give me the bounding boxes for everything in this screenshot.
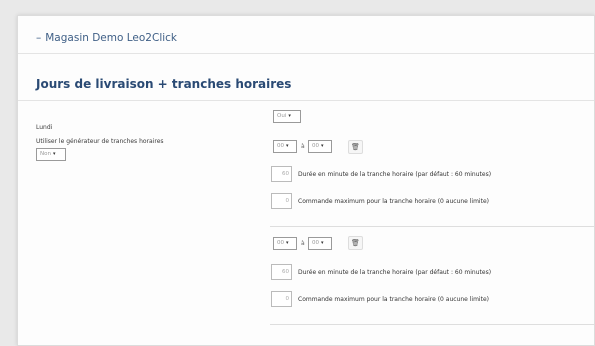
day-select[interactable]: Oui ▾ [273, 110, 301, 123]
slot2-start-select[interactable]: 00 ▾ [273, 237, 297, 250]
generator-select-value: Non [40, 151, 51, 157]
slot1-duration-desc: Durée en minute de la tranche horaire (p… [298, 171, 492, 178]
slot2-duration-input[interactable]: 60 [271, 264, 292, 280]
slot1-delete-button[interactable]: 🗑 [348, 140, 363, 154]
slot2-max-desc: Commande maximum pour la tranche horaire… [298, 296, 489, 303]
slot1-start-value: 00 [277, 143, 284, 149]
chevron-down-icon: ▾ [286, 240, 289, 246]
slot1-to-label: à [301, 143, 305, 150]
generator-label: Utiliser le générateur de tranches horai… [36, 138, 164, 145]
slot1-end-value: 00 [312, 143, 319, 149]
chevron-down-icon: ▾ [288, 113, 291, 119]
slot2-max-input[interactable]: 0 [271, 291, 292, 307]
slot1-max-input[interactable]: 0 [271, 193, 292, 209]
slot1-start-select[interactable]: 00 ▾ [273, 140, 297, 153]
chevron-down-icon: ▾ [321, 240, 324, 246]
slot2-to-label: à [301, 240, 305, 247]
slot2-delete-button[interactable]: 🗑 [348, 236, 363, 250]
generator-select[interactable]: Non ▾ [36, 148, 66, 161]
slot2-duration-desc: Durée en minute de la tranche horaire (p… [298, 269, 492, 276]
trash-icon: 🗑 [351, 143, 360, 151]
slot1-end-select[interactable]: 00 ▾ [308, 140, 332, 153]
section-divider [18, 100, 594, 101]
slot2-start-value: 00 [277, 240, 284, 246]
chevron-down-icon: ▾ [52, 151, 56, 157]
slot1-duration-input[interactable]: 60 [271, 166, 292, 182]
slot2-end-value: 00 [312, 240, 319, 246]
trash-icon: 🗑 [351, 239, 360, 247]
shop-name: Magasin Demo Leo2Click [45, 32, 178, 44]
day-label: Lundi [36, 124, 53, 131]
shop-panel: – Magasin Demo Leo2Click Jours de livrais… [17, 15, 595, 346]
shop-header-toggle[interactable]: – Magasin Demo Leo2Click [36, 32, 177, 44]
slot2-end-select[interactable]: 00 ▾ [308, 237, 332, 250]
header-divider [18, 53, 594, 54]
chevron-down-icon: ▾ [286, 143, 289, 149]
day-select-value: Oui [277, 113, 287, 119]
slot-separator [270, 226, 594, 227]
chevron-down-icon: ▾ [321, 143, 324, 149]
section-title: Jours de livraison + tranches horaires [36, 77, 292, 91]
slot-separator [270, 324, 594, 325]
slot1-max-desc: Commande maximum pour la tranche horaire… [298, 198, 489, 205]
collapse-dash: – [36, 32, 42, 44]
